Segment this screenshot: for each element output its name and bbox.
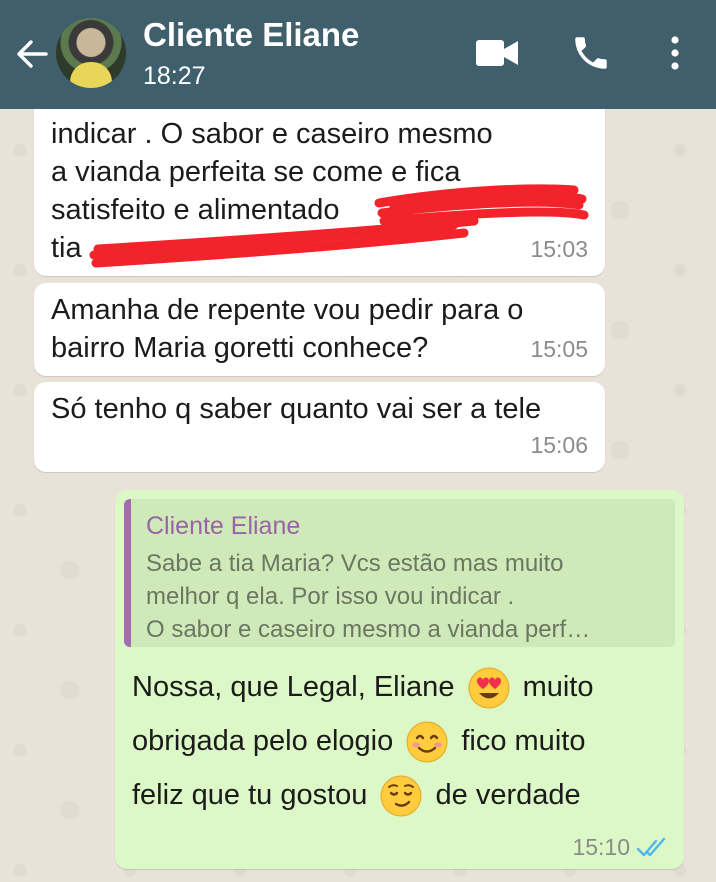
contact-name[interactable]: Cliente Eliane (143, 16, 359, 54)
quoted-message[interactable]: Cliente Eliane Sabe a tia Maria? Vcs est… (124, 499, 675, 647)
heart-eyes-emoji (468, 667, 510, 709)
phone-icon[interactable] (570, 32, 612, 74)
message-time: 15:05 (530, 336, 588, 362)
back-arrow-icon[interactable] (12, 34, 52, 74)
message-time: 15:10 (572, 834, 630, 860)
more-vert-icon[interactable] (664, 34, 686, 74)
message-text: Amanha de repente vou pedir para o bairr… (51, 294, 524, 364)
redaction-scribble (89, 184, 589, 268)
message-text: Só tenho q saber quanto vai ser a tele (51, 393, 542, 425)
outgoing-message[interactable]: Cliente Eliane Sabe a tia Maria? Vcs est… (115, 490, 684, 869)
video-call-icon[interactable] (474, 36, 520, 70)
quote-bar (124, 499, 131, 647)
avatar[interactable] (56, 18, 126, 88)
incoming-message[interactable]: Só tenho q saber quanto vai ser a tele 1… (34, 382, 605, 472)
quote-author: Cliente Eliane (146, 512, 301, 540)
message-time: 15:03 (530, 236, 588, 262)
avatar-photo (70, 62, 112, 88)
incoming-message[interactable]: indicar . O sabor e caseiro mesmo a vian… (34, 95, 605, 276)
smiling-blush-emoji (406, 721, 448, 763)
relieved-emoji (380, 775, 422, 817)
message-text: Nossa, que Legal, Eliane muito obrigada … (132, 660, 672, 822)
double-check-read-icon (636, 837, 666, 857)
last-seen-status: 18:27 (143, 62, 206, 90)
incoming-message[interactable]: Amanha de repente vou pedir para o bairr… (34, 283, 605, 376)
quote-text: Sabe a tia Maria? Vcs estão mas muito me… (146, 550, 591, 643)
chat-header: Cliente Eliane 18:27 (0, 0, 716, 109)
message-time: 15:06 (530, 432, 588, 458)
